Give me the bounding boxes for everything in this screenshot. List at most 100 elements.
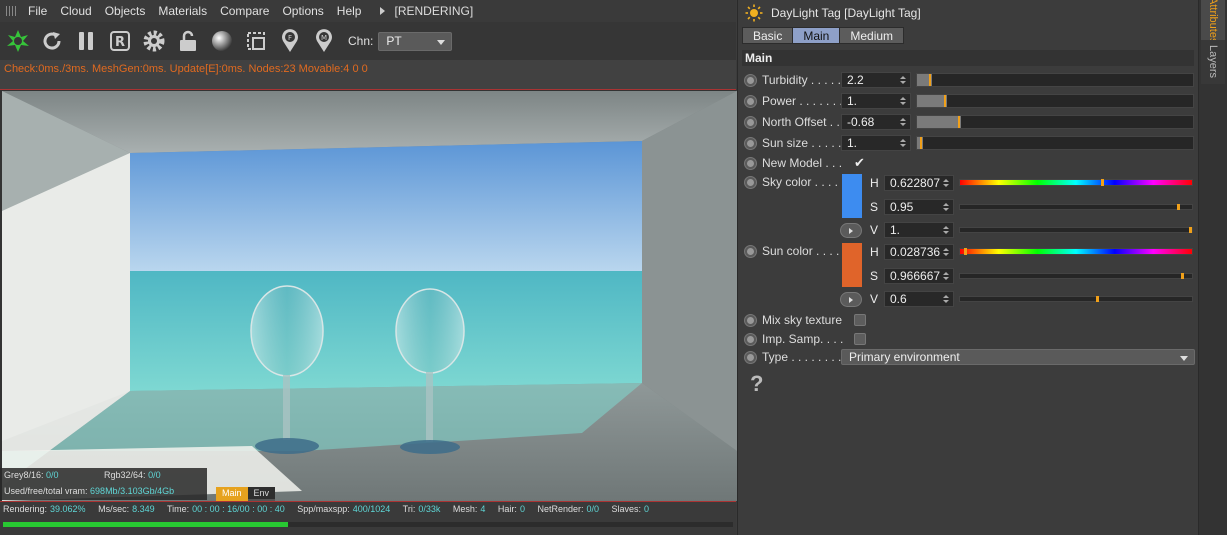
sun-saturation-handle[interactable]: [1181, 273, 1185, 279]
section-header: Main: [742, 50, 1194, 66]
sun-value-handle[interactable]: [1096, 296, 1100, 302]
menu-options[interactable]: Options: [282, 4, 323, 18]
new-model-label: New Model . . .: [762, 156, 843, 170]
octane-logo-icon[interactable]: [4, 27, 32, 55]
sky-h-field[interactable]: 0.622807: [884, 175, 954, 191]
sun-size-slider-handle[interactable]: [919, 137, 922, 149]
type-select[interactable]: Primary environment: [841, 349, 1195, 365]
sky-color-row: Sky color . . . .: [744, 173, 854, 191]
stat-slaves-value: 0: [644, 504, 650, 514]
turbidity-slider-handle[interactable]: [929, 74, 932, 86]
sun-h-field[interactable]: 0.028736: [884, 244, 954, 260]
material-sphere-icon[interactable]: [208, 27, 236, 55]
sun-size-field[interactable]: 1.: [841, 135, 911, 151]
svg-text:F: F: [288, 34, 292, 42]
sun-value-slider[interactable]: [959, 296, 1193, 302]
sun-v-field[interactable]: 0.6: [884, 291, 954, 307]
vram-label: Used/free/total vram:: [4, 486, 88, 496]
render-progress-bar: [3, 522, 733, 527]
sun-saturation-slider[interactable]: [959, 273, 1193, 279]
stat-tri-label: Tri:: [402, 504, 416, 514]
focus-pin-icon[interactable]: F: [276, 27, 304, 55]
sky-v-field[interactable]: 1.: [884, 222, 954, 238]
imp-samp-checkbox[interactable]: [854, 333, 866, 345]
side-tab-layers[interactable]: Layers: [1201, 40, 1225, 84]
north-offset-field[interactable]: -0.68: [841, 114, 911, 130]
sky-value-handle[interactable]: [1189, 227, 1192, 233]
tab-main[interactable]: Main: [792, 27, 841, 44]
tab-medium[interactable]: Medium: [839, 27, 905, 44]
sky-saturation-handle[interactable]: [1177, 204, 1181, 210]
lock-icon[interactable]: [174, 27, 202, 55]
settings-gear-icon[interactable]: [140, 27, 168, 55]
sun-s-label: S: [870, 269, 879, 283]
play-triangle-icon[interactable]: [380, 7, 386, 15]
imp-samp-anim-icon[interactable]: [744, 332, 757, 346]
mix-sky-texture-anim-icon[interactable]: [744, 313, 757, 327]
viewport-info-box: Grey8/16: 0/0 Rgb32/64: 0/0 Used/free/to…: [0, 468, 207, 500]
sky-saturation-slider[interactable]: [959, 204, 1193, 210]
sun-color-swatch[interactable]: [842, 243, 862, 287]
sky-hue-slider[interactable]: [959, 179, 1193, 186]
sky-hue-handle[interactable]: [1101, 179, 1105, 186]
turbidity-field[interactable]: 2.2: [841, 72, 911, 88]
material-pin-icon[interactable]: M: [310, 27, 338, 55]
viewport-tab-env[interactable]: Env: [247, 487, 276, 501]
sky-h-label: H: [870, 176, 879, 190]
sky-color-swatch[interactable]: [842, 174, 862, 218]
imp-samp-label: Imp. Samp. . . .: [762, 332, 844, 346]
power-slider-handle[interactable]: [944, 95, 947, 107]
power-slider[interactable]: [916, 94, 1194, 108]
pause-icon[interactable]: [72, 27, 100, 55]
svg-text:R: R: [115, 35, 125, 50]
sun-hue-handle[interactable]: [963, 248, 967, 255]
new-model-checkmark-icon[interactable]: ✔: [854, 155, 865, 171]
north-offset-slider-handle[interactable]: [958, 116, 961, 128]
menu-objects[interactable]: Objects: [105, 4, 146, 18]
stat-time-label: Time:: [166, 504, 190, 514]
channel-select[interactable]: PT: [378, 31, 453, 51]
sun-s-field[interactable]: 0.966667: [884, 268, 954, 284]
render-stats: Rendering: 39.062% Ms/sec: 8.349 Time: 00 :…: [3, 504, 659, 514]
side-tab-attributes[interactable]: Attributes: [1201, 0, 1225, 43]
power-anim-icon[interactable]: [744, 94, 757, 108]
turbidity-slider[interactable]: [916, 73, 1194, 87]
tab-basic[interactable]: Basic: [742, 27, 794, 44]
help-icon[interactable]: ?: [750, 371, 763, 397]
menu-cloud[interactable]: Cloud: [60, 4, 91, 18]
render-status: [RENDERING]: [380, 4, 473, 18]
sun-size-anim-icon[interactable]: [744, 136, 757, 150]
stat-rendering-label: Rendering:: [3, 504, 48, 514]
sun-color-anim-icon[interactable]: [744, 244, 757, 258]
viewport-tab-main[interactable]: Main: [216, 487, 248, 501]
north-offset-slider[interactable]: [916, 115, 1194, 129]
sun-size-slider[interactable]: [916, 136, 1194, 150]
status-line: Check:0ms./3ms. MeshGen:0ms. Update[E]:0…: [0, 60, 736, 90]
menu-materials[interactable]: Materials: [158, 4, 207, 18]
type-anim-icon[interactable]: [744, 350, 757, 364]
sun-hue-slider[interactable]: [959, 248, 1193, 255]
sun-h-label: H: [870, 245, 879, 259]
new-model-anim-icon[interactable]: [744, 156, 757, 170]
menu-help[interactable]: Help: [337, 4, 362, 18]
grip-icon[interactable]: [6, 6, 18, 16]
power-field[interactable]: 1.: [841, 93, 911, 109]
sky-s-field[interactable]: 0.95: [884, 199, 954, 215]
pick-focus-icon[interactable]: [242, 27, 270, 55]
north-offset-anim-icon[interactable]: [744, 115, 757, 129]
sky-color-expand-button[interactable]: [840, 223, 862, 238]
restart-icon[interactable]: [38, 27, 66, 55]
sun-color-expand-button[interactable]: [840, 292, 862, 307]
turbidity-anim-icon[interactable]: [744, 73, 757, 87]
stat-tri-value: 0/33k: [418, 504, 441, 514]
sky-value-slider[interactable]: [959, 227, 1193, 233]
side-tabs: Attributes Layers: [1198, 0, 1227, 535]
mix-sky-texture-checkbox[interactable]: [854, 314, 866, 326]
sky-color-anim-icon[interactable]: [744, 175, 757, 189]
menu-file[interactable]: File: [28, 4, 47, 18]
menu-compare[interactable]: Compare: [220, 4, 269, 18]
region-render-icon[interactable]: R: [106, 27, 134, 55]
imp-samp-row: Imp. Samp. . . .: [744, 330, 866, 348]
render-viewport[interactable]: [2, 91, 737, 501]
mix-sky-texture-label: Mix sky texture: [762, 313, 843, 327]
